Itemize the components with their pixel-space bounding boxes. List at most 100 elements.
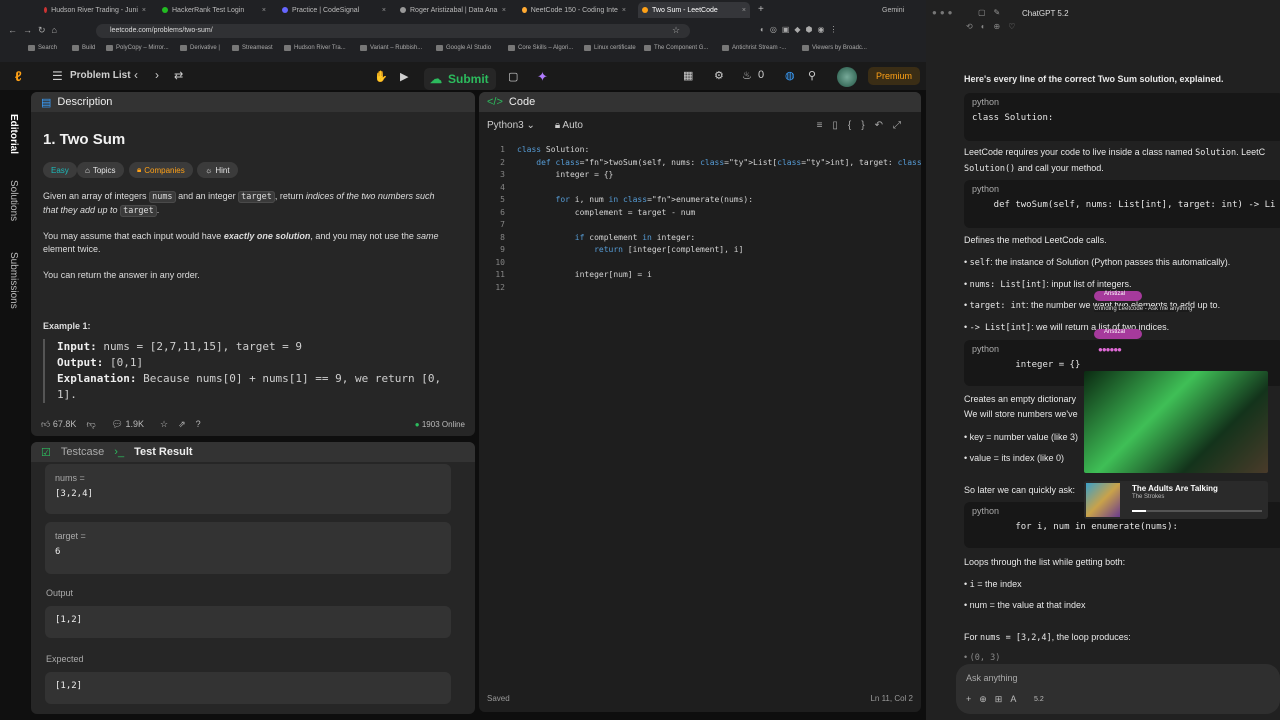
browser-tab[interactable]: Practice | CodeSignal × [278,2,390,18]
editor-tool-icons[interactable]: ≡▯{}↶⤢ [817,120,911,131]
output-card: [1,2] [45,606,451,638]
bookmark[interactable]: Variant – Rubbish... [360,45,422,51]
rail-solutions[interactable]: Solutions [8,180,19,221]
bookmark[interactable]: Derivative | [180,45,220,51]
dislike-icon[interactable]: 👎︎ [86,419,95,430]
shuffle-icon[interactable]: ⇄ [174,69,183,82]
window-controls[interactable]: ●●● [932,8,956,17]
run-icon[interactable]: ▶ [400,70,408,83]
like-button[interactable]: 👍︎ 67.8K [41,419,76,430]
ai-sparkle-icon[interactable]: ✦ [537,69,548,85]
browser-tab[interactable]: HackerRank Test Login × [158,2,270,18]
rail-editorial[interactable]: Editorial [8,114,19,154]
add-friend-icon[interactable]: ⚲ [808,69,816,82]
line-number: 6 [500,207,505,217]
code-line[interactable]: 6 complement = target - num [479,208,921,221]
comments-button[interactable]: 💬︎ 1.9K [112,419,144,430]
list-icon[interactable]: ☰ [52,69,63,83]
close-icon[interactable]: × [622,7,626,14]
chat-tool-icons[interactable]: ⟲◐⊕♡ [966,22,1023,31]
extension-icons[interactable]: ◐◎▣◆⬢◉⋮ [760,25,843,34]
new-tab-icon[interactable]: + [758,4,764,15]
prev-problem-icon[interactable]: ‹ [134,68,138,82]
composer-tool-icons[interactable]: +⊕⊞A [966,694,1024,705]
code-line[interactable]: 2 def class="fn">twoSum(self, nums: clas… [479,158,921,171]
code-line[interactable]: 3 integer = {} [479,170,921,183]
companies-tag[interactable]: 🔒︎ Companies [129,162,193,178]
share-icon[interactable]: ⇗ [178,419,186,430]
browser-tab-active[interactable]: Two Sum - LeetCode × [638,2,750,18]
code-line[interactable]: 1 class Solution: [479,145,921,158]
leetcode-logo-icon[interactable]: ℓ [15,68,22,84]
rail-submissions[interactable]: Submissions [8,252,19,309]
expected-card: [1,2] [45,672,451,704]
topics-tag[interactable]: ⌂ Topics [77,162,124,178]
tab-description[interactable]: Description [57,96,112,108]
next-problem-icon[interactable]: › [155,68,159,82]
song-artist: The Strokes [1132,494,1165,500]
code-line[interactable]: 9 return [integer[complement], i] [479,245,921,258]
nav-arrows-icon[interactable]: ←→↻⌂ [8,25,63,36]
layout-icon[interactable]: ▦ [683,69,693,82]
difficulty-badge: Easy [43,162,77,178]
debug-icon[interactable]: ✋ [374,70,388,83]
avatar[interactable] [837,67,857,87]
bookmark[interactable]: Linux certificate [584,45,636,51]
streak-fire-icon[interactable]: ♨ [742,69,752,82]
chatgpt-window: ●●● ▢✎ ChatGPT 5.2 ⟲◐⊕♡ Here's every lin… [926,0,1280,720]
settings-icon[interactable]: ⚙ [714,69,724,82]
browser-tab[interactable]: NeetCode 150 - Coding Inte × [518,2,630,18]
code-line[interactable]: 4 [479,183,921,196]
browser-tab[interactable]: Roger Aristizabal | Data Ana × [396,2,510,18]
tab-test-result[interactable]: Test Result [134,446,192,458]
url-bar[interactable]: leetcode.com/problems/two-sum/ [96,24,690,38]
chat-paragraph: So later we can quickly ask: [964,485,1076,495]
bookmark[interactable]: Search [28,45,57,51]
model-title[interactable]: ChatGPT 5.2 [1022,9,1069,18]
close-icon[interactable]: × [262,7,266,14]
favorite-star-icon[interactable]: ☆ [160,419,168,430]
chat-paragraph: Loops through the list while getting bot… [964,557,1126,567]
hint-tag[interactable]: ☼ Hint [197,162,238,178]
help-icon[interactable]: ? [196,419,201,429]
ask-input[interactable]: Ask anything +⊕⊞A 5.2 [956,664,1280,714]
premium-button[interactable]: Premium [868,67,920,85]
browser-tab[interactable]: Hudson River Trading - Juni × [40,2,150,18]
bookmark[interactable]: The Component G... [644,45,708,51]
close-icon[interactable]: × [742,7,746,14]
browser-tab[interactable]: Gemini [878,2,924,18]
model-badge[interactable]: 5.2 [1034,696,1044,703]
auto-mode-toggle[interactable]: 🔒︎ Auto [555,120,583,131]
lightbulb-icon: ☼ [205,165,213,175]
notes-icon[interactable]: ▢ [508,70,518,83]
star-icon[interactable]: ☆ [672,25,680,36]
code-line[interactable]: 12 [479,283,921,296]
close-icon[interactable]: × [382,7,386,14]
bookmark[interactable]: Core Skills – Algori... [508,45,573,51]
code-line[interactable]: 7 [479,220,921,233]
submit-button[interactable]: ☁ Submit [424,68,496,90]
close-icon[interactable]: × [502,7,506,14]
code-line[interactable]: 11 integer[num] = i [479,270,921,283]
bookmark[interactable]: PolyCopy – Mirror... [106,45,169,51]
tag-icon: ⌂ [85,165,90,175]
language-select[interactable]: Python3 ⌄ [487,120,535,131]
song-title: The Adults Are Talking [1132,484,1218,493]
close-icon[interactable]: × [142,7,146,14]
chat-bullet: • num = the value at that index [964,600,1086,610]
bookmark[interactable]: Antichrist Stream -... [722,45,786,51]
tab-testcase[interactable]: Testcase [61,446,104,458]
bookmark[interactable]: Build [72,45,95,51]
code-line[interactable]: 10 [479,258,921,271]
bookmark[interactable]: Streameast [232,45,273,51]
problem-list-link[interactable]: Problem List [70,70,131,81]
bookmark[interactable]: Google AI Studio [436,45,491,51]
code-panel: </> Code Python3 ⌄ 🔒︎ Auto ≡▯{}↶⤢ 1 class… [479,92,921,712]
tab-code[interactable]: Code [509,96,535,108]
code-line[interactable]: 8 if complement in integer: [479,233,921,246]
timer-icon[interactable]: ◍ [785,69,795,82]
bookmark[interactable]: Hudson River Tra... [284,45,346,51]
sidebar-toggle-icon[interactable]: ▢✎ [978,8,1008,17]
code-line[interactable]: 5 for i, num in class="fn">enumerate(num… [479,195,921,208]
bookmark[interactable]: Viewers by Broadc... [802,45,867,51]
